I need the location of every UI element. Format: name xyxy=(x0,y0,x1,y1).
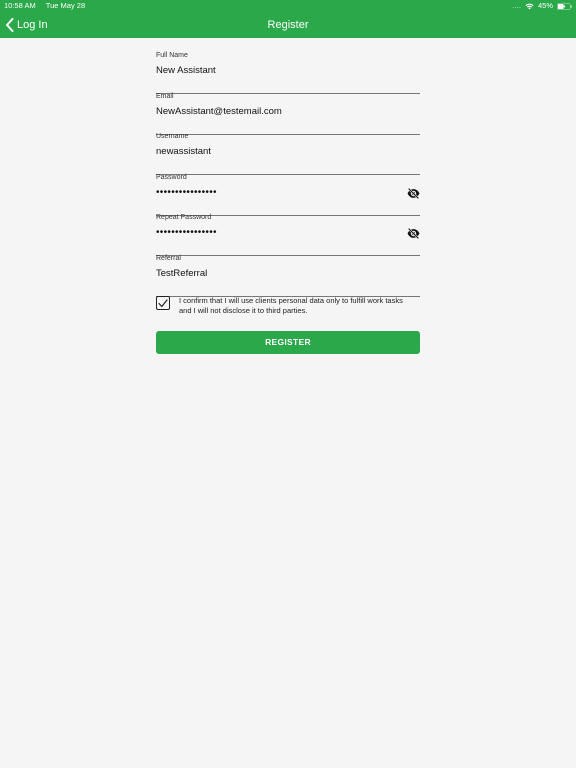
username-input[interactable] xyxy=(156,145,396,159)
back-label: Log In xyxy=(17,19,48,31)
status-date: Tue May 28 xyxy=(45,1,86,10)
email-input[interactable] xyxy=(156,105,396,119)
username-label: Username xyxy=(156,133,189,140)
password-input[interactable]: •••••••••••••••• xyxy=(156,186,396,200)
consent-checkbox[interactable] xyxy=(156,296,170,310)
referral-label: Referral xyxy=(156,255,181,262)
eye-off-icon[interactable] xyxy=(407,188,420,199)
status-bar: 10:58 AM Tue May 28 .... 45% xyxy=(0,0,576,12)
status-time: 10:58 AM xyxy=(4,1,36,10)
battery-icon xyxy=(557,2,572,10)
back-button[interactable]: Log In xyxy=(5,12,48,38)
chevron-left-icon xyxy=(6,18,14,32)
username-field[interactable]: Username xyxy=(156,133,420,175)
full-name-field[interactable]: Full Name xyxy=(156,52,420,94)
eye-off-icon[interactable] xyxy=(407,228,420,239)
wifi-icon xyxy=(525,3,534,9)
email-label: Email xyxy=(156,93,174,100)
repeat-password-label: Repeat Password xyxy=(156,214,212,221)
page-title: Register xyxy=(267,19,309,31)
repeat-password-field[interactable]: Repeat Password •••••••••••••••• xyxy=(156,214,420,256)
referral-field[interactable]: Referral xyxy=(156,255,420,297)
repeat-password-input[interactable]: •••••••••••••••• xyxy=(156,226,396,240)
email-field[interactable]: Email xyxy=(156,93,420,135)
checkmark-icon xyxy=(158,298,168,307)
register-button[interactable]: REGISTER xyxy=(156,331,420,354)
password-label: Password xyxy=(156,174,187,181)
full-name-input[interactable] xyxy=(156,64,396,78)
full-name-label: Full Name xyxy=(156,52,188,59)
consent-text: I confirm that I will use clients person… xyxy=(179,296,403,315)
signal-indicator: .... xyxy=(512,1,521,10)
consent-row: I confirm that I will use clients person… xyxy=(156,296,420,315)
nav-bar: Log In Register xyxy=(0,12,576,38)
referral-input[interactable] xyxy=(156,267,396,281)
battery-percent: 45% xyxy=(537,1,553,10)
password-field[interactable]: Password •••••••••••••••• xyxy=(156,174,420,216)
top-bar: 10:58 AM Tue May 28 .... 45% Log In Regi… xyxy=(0,0,576,38)
